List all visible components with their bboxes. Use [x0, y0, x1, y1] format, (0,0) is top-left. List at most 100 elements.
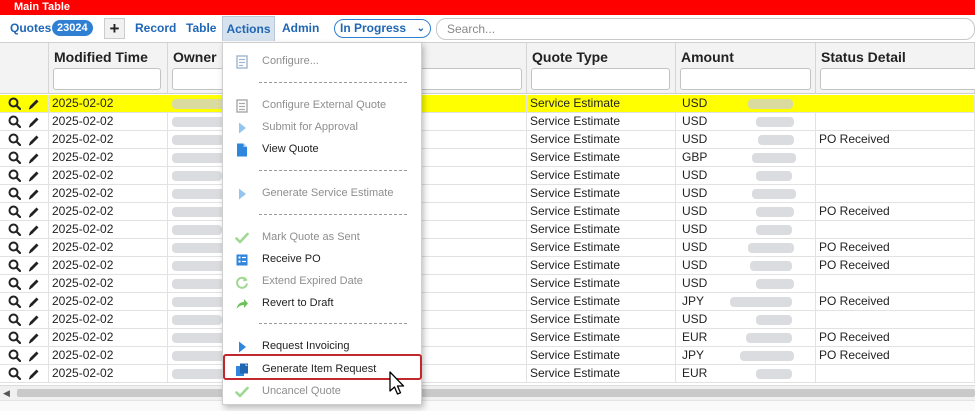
cell-status-detail — [816, 113, 975, 131]
documents-icon — [236, 363, 248, 376]
menu-item-label: Configure... — [262, 55, 319, 67]
cell-quote-type: Service Estimate — [527, 167, 676, 185]
table-row[interactable]: 2025-02-02 Service Estimate USD PO Received — [0, 257, 975, 275]
column-header-status-detail[interactable]: Status Detail — [816, 43, 975, 94]
currency-code: USD — [682, 258, 708, 272]
cell-amount: JPY — [676, 293, 816, 311]
cell-quote-type: Service Estimate — [527, 311, 676, 329]
quotes-table: Modified Time Owner Quote Type Amount St… — [0, 42, 975, 385]
table-row[interactable]: 2025-02-02 Service Estimate JPY PO Received — [0, 293, 975, 311]
filter-input-status-detail[interactable] — [820, 68, 975, 90]
menu-item-extend-expired-date[interactable]: Extend Expired Date — [223, 272, 421, 292]
menu-item-receive-po[interactable]: Receive PO — [223, 250, 421, 270]
document-icon — [237, 143, 247, 157]
add-record-button[interactable]: + — [104, 18, 125, 39]
filter-input-modified-time[interactable] — [53, 68, 161, 90]
column-title: Owner — [173, 49, 217, 65]
filter-input-quote-type[interactable] — [531, 68, 670, 90]
currency-code: USD — [682, 114, 708, 128]
redacted-amount — [750, 261, 792, 271]
table-menu[interactable]: Table — [186, 21, 216, 35]
cell-status-detail: PO Received — [816, 347, 975, 365]
table-row[interactable]: 2025-02-02 Service Estimate USD — [0, 167, 975, 185]
table-row[interactable]: 2025-02-02 Service Estimate USD — [0, 113, 975, 131]
menu-item-revert-to-draft[interactable]: Revert to Draft — [223, 294, 421, 314]
table-row[interactable]: 2025-02-02 Service Estimate EUR — [0, 365, 975, 383]
cell-amount: USD — [676, 95, 816, 113]
table-row[interactable]: 2025-02-02 Service Estimate GBP — [0, 149, 975, 167]
menu-item-label: Configure External Quote — [262, 99, 387, 111]
cell-row-actions — [0, 239, 49, 257]
menu-item-view-quote[interactable]: View Quote — [223, 140, 421, 160]
scroll-left-icon[interactable]: ◀ — [3, 386, 10, 400]
menu-item-configure-external-quote[interactable]: Configure External Quote — [223, 96, 421, 116]
currency-code: USD — [682, 96, 708, 110]
header-row-actions — [0, 43, 49, 94]
redacted-amount — [756, 279, 794, 289]
window-title: Main Table — [14, 1, 71, 13]
cell-row-actions — [0, 149, 49, 167]
cell-row-actions — [0, 167, 49, 185]
cell-modified-time: 2025-02-02 — [49, 239, 168, 257]
menu-item-request-invoicing[interactable]: Request Invoicing — [223, 337, 421, 357]
cell-status-detail — [816, 365, 975, 383]
table-row-selected[interactable]: 2025-02-02 Service Estimate USD — [0, 95, 975, 113]
menu-item-submit-for-approval[interactable]: Submit for Approval — [223, 118, 421, 138]
menu-item-label: Uncancel Quote — [262, 385, 341, 397]
checkmark-icon — [235, 386, 249, 398]
table-row[interactable]: 2025-02-02 Service Estimate JPY PO Received — [0, 347, 975, 365]
table-row[interactable]: 2025-02-02 Service Estimate USD — [0, 185, 975, 203]
cell-quote-type: Service Estimate — [527, 257, 676, 275]
admin-menu[interactable]: Admin — [282, 21, 319, 35]
column-header-modified-time[interactable]: Modified Time — [49, 43, 168, 94]
menu-item-label: Request Invoicing — [262, 340, 350, 352]
scrollbar-thumb[interactable] — [17, 389, 975, 397]
redacted-amount — [746, 333, 792, 343]
menu-item-generate-service-estimate[interactable]: Generate Service Estimate — [223, 184, 421, 204]
cell-modified-time: 2025-02-02 — [49, 365, 168, 383]
table-row[interactable]: 2025-02-02 Service Estimate EUR PO Received — [0, 329, 975, 347]
record-menu[interactable]: Record — [135, 21, 176, 35]
column-title: Amount — [681, 49, 734, 65]
currency-code: EUR — [682, 366, 708, 380]
actions-menu[interactable]: Actions — [222, 16, 275, 41]
table-row[interactable]: 2025-02-02 Service Estimate USD — [0, 221, 975, 239]
filter-input-amount[interactable] — [680, 68, 811, 90]
menu-item-label: View Quote — [262, 143, 319, 155]
menu-item-label: Revert to Draft — [262, 297, 334, 309]
menu-item-configure[interactable]: Configure... — [223, 52, 421, 72]
table-row[interactable]: 2025-02-02 Service Estimate USD — [0, 275, 975, 293]
menu-item-label: Receive PO — [262, 253, 321, 265]
cell-amount: USD — [676, 167, 816, 185]
cell-quote-type: Service Estimate — [527, 347, 676, 365]
cell-status-detail: PO Received — [816, 293, 975, 311]
currency-code: USD — [682, 168, 708, 182]
menu-item-mark-quote-as-sent[interactable]: Mark Quote as Sent — [223, 228, 421, 248]
cell-row-actions — [0, 185, 49, 203]
cell-quote-type: Service Estimate — [527, 113, 676, 131]
table-row[interactable]: 2025-02-02 Service Estimate USD PO Received — [0, 131, 975, 149]
cell-quote-type: Service Estimate — [527, 221, 676, 239]
column-header-amount[interactable]: Amount — [676, 43, 816, 94]
menu-item-label: Extend Expired Date — [262, 275, 363, 287]
redacted-owner — [172, 315, 222, 325]
cell-row-actions — [0, 131, 49, 149]
column-title: Modified Time — [54, 49, 148, 65]
table-row[interactable]: 2025-02-02 Service Estimate USD PO Received — [0, 203, 975, 221]
cell-modified-time: 2025-02-02 — [49, 149, 168, 167]
play-arrow-icon — [239, 341, 246, 353]
redacted-owner — [172, 243, 226, 253]
status-filter-dropdown[interactable]: In Progress ⌄ — [334, 19, 432, 38]
quotes-tab[interactable]: Quotes — [10, 21, 51, 35]
redacted-amount — [730, 297, 792, 307]
menu-item-label: Submit for Approval — [262, 121, 358, 133]
currency-code: GBP — [682, 150, 708, 164]
search-input[interactable] — [436, 18, 975, 40]
cell-amount: EUR — [676, 329, 816, 347]
cell-row-actions — [0, 329, 49, 347]
table-row[interactable]: 2025-02-02 Service Estimate USD — [0, 311, 975, 329]
horizontal-scrollbar[interactable]: ◀ — [0, 385, 975, 400]
table-row[interactable]: 2025-02-02 Service Estimate USD PO Received — [0, 239, 975, 257]
cell-status-detail — [816, 149, 975, 167]
column-header-quote-type[interactable]: Quote Type — [527, 43, 676, 94]
